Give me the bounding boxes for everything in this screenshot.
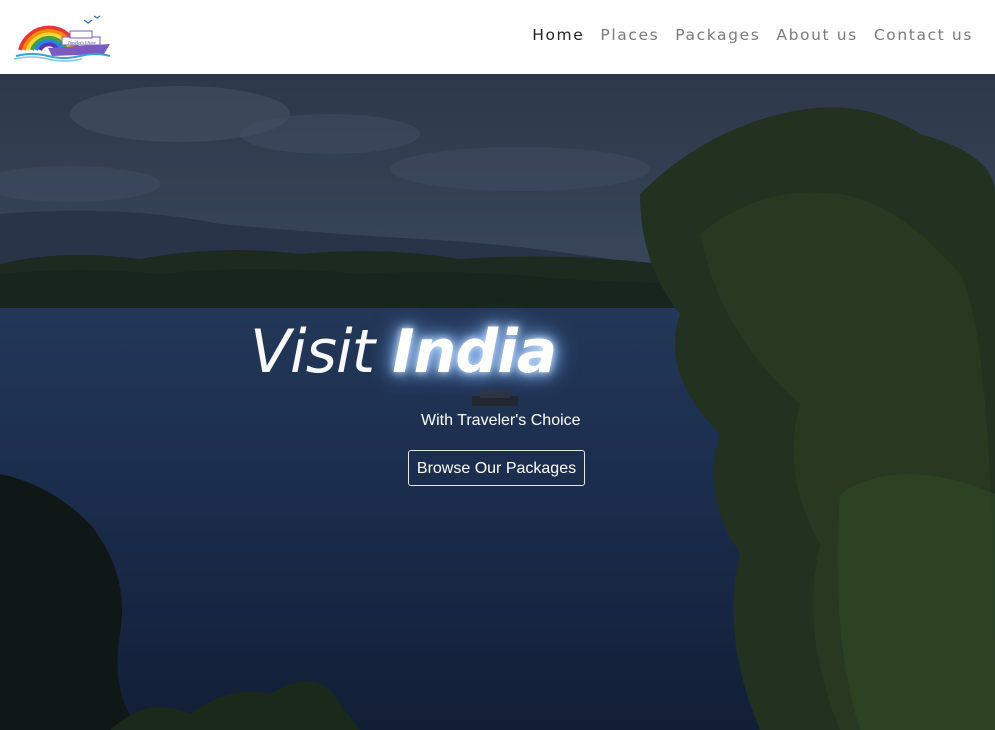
navbar: Traveler's Choice Home Places Packages A… <box>0 0 995 74</box>
nav-about-us[interactable]: About us <box>776 26 857 44</box>
nav-links: Home Places Packages About us Contact us <box>516 26 973 44</box>
nav-packages[interactable]: Packages <box>675 26 760 44</box>
nav-contact-us[interactable]: Contact us <box>874 26 973 44</box>
hero-headline: Visit India <box>250 322 557 382</box>
svg-text:Traveler's Choice: Traveler's Choice <box>68 40 97 45</box>
nav-places[interactable]: Places <box>600 26 659 44</box>
hero-section: Visit India With Traveler's Choice Brows… <box>0 74 995 730</box>
nav-home[interactable]: Home <box>532 26 584 44</box>
headline-india: India <box>392 317 557 387</box>
logo[interactable]: Traveler's Choice <box>12 10 112 62</box>
headline-visit: Visit <box>250 317 393 387</box>
hero-tagline: With Traveler's Choice <box>421 412 581 429</box>
hero-background-image <box>0 74 995 730</box>
browse-packages-button[interactable]: Browse Our Packages <box>408 450 585 486</box>
